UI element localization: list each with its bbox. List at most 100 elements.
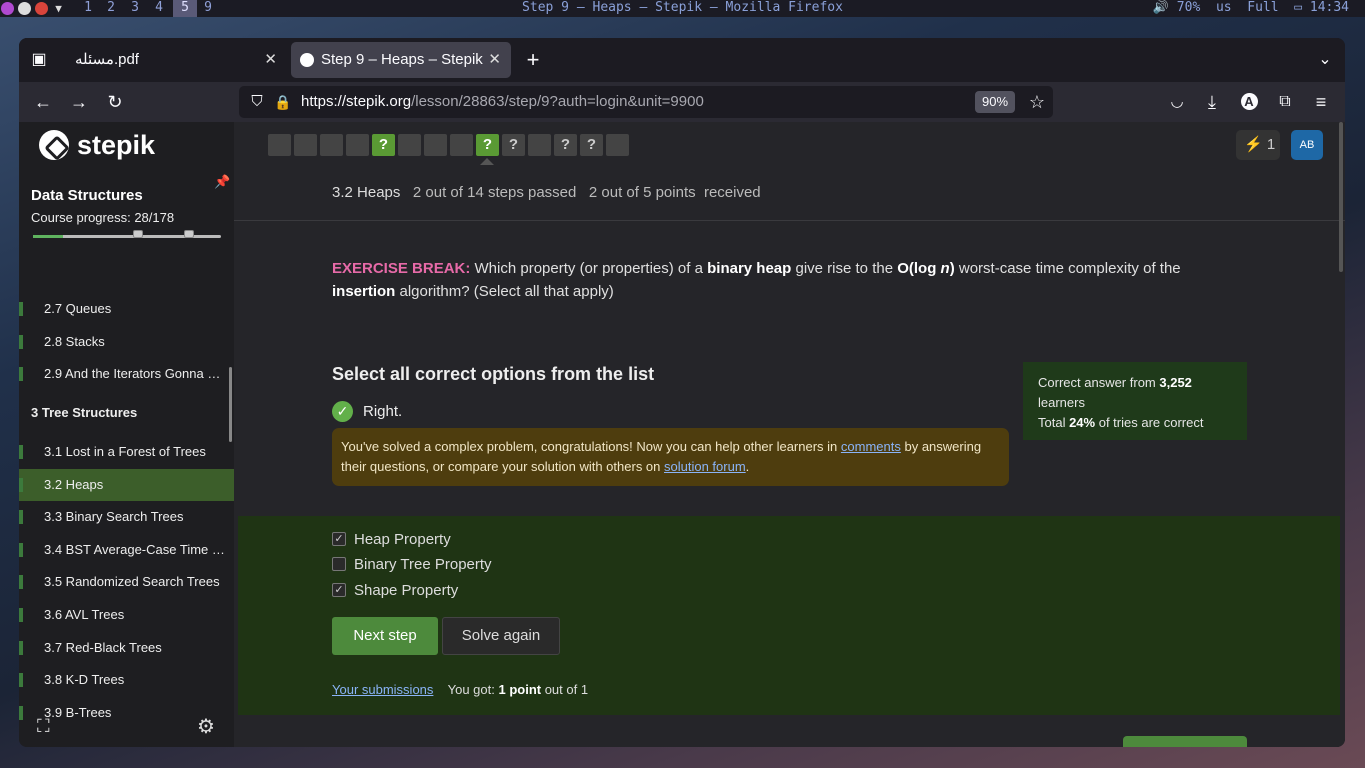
- sidebar-lesson[interactable]: 3.7 Red-Black Trees: [19, 632, 234, 664]
- tab-stepik[interactable]: Step 9 – Heaps – Stepik ✕: [291, 42, 511, 78]
- app-icon-1[interactable]: [1, 2, 14, 15]
- url-bar[interactable]: ⛉ 🔒 https://stepik.org/lesson/28863/step…: [239, 86, 1053, 118]
- sidebar-lesson-label: 2.7 Queues: [44, 301, 112, 316]
- sidebar-lesson[interactable]: 3.4 BST Average-Case Time …: [19, 534, 234, 566]
- account-icon[interactable]: A: [1237, 90, 1261, 114]
- sidebar-lesson[interactable]: 2.8 Stacks: [19, 326, 234, 358]
- sidebar-lesson[interactable]: 2.7 Queues: [19, 293, 234, 325]
- question-bold-part: O(log: [897, 260, 941, 277]
- extensions-icon[interactable]: ⧉: [1273, 90, 1297, 114]
- lock-icon[interactable]: 🔒: [271, 90, 295, 114]
- solve-again-button[interactable]: Solve again: [442, 617, 560, 655]
- stepik-logo[interactable]: stepik: [39, 128, 155, 162]
- course-progress-fill: [33, 235, 63, 238]
- workspace-4[interactable]: 4: [149, 0, 169, 17]
- downloads-icon[interactable]: ⤓: [1200, 90, 1224, 114]
- sidebar-lesson-label: 3.8 K-D Trees: [44, 672, 125, 687]
- lesson-title[interactable]: 3.2 Heaps: [332, 184, 400, 201]
- question-italic: n: [940, 260, 950, 277]
- workspace-2[interactable]: 2: [101, 0, 121, 17]
- solution-forum-link[interactable]: solution forum: [664, 459, 746, 474]
- app-icon-3[interactable]: [35, 2, 48, 15]
- submissions-row: Your submissions You got: 1 point out of…: [332, 682, 588, 697]
- step-square[interactable]: ?: [476, 134, 499, 156]
- question-bold: binary heap: [707, 260, 792, 277]
- app-icon-2[interactable]: [18, 2, 31, 15]
- stats-text: Correct answer from: [1038, 375, 1160, 390]
- step-square[interactable]: [528, 134, 551, 156]
- back-icon[interactable]: ←: [31, 90, 55, 114]
- correct-percent: 24%: [1069, 415, 1096, 430]
- close-icon[interactable]: ✕: [264, 42, 277, 78]
- page-scrollbar[interactable]: [1339, 122, 1343, 272]
- sidebar-lesson[interactable]: 3.6 AVL Trees: [19, 599, 234, 631]
- streak-badge[interactable]: ⚡ 1: [1236, 130, 1280, 160]
- sidebar-lesson[interactable]: 3.5 Randomized Search Trees: [19, 566, 234, 598]
- sidebar-lesson[interactable]: 3.3 Binary Search Trees: [19, 501, 234, 533]
- course-title[interactable]: Data Structures: [31, 187, 143, 204]
- your-submissions-link[interactable]: Your submissions: [332, 682, 433, 697]
- step-square[interactable]: [346, 134, 369, 156]
- workspace-9[interactable]: 9: [198, 0, 218, 17]
- avatar[interactable]: AB: [1291, 130, 1323, 160]
- step-square[interactable]: ?: [554, 134, 577, 156]
- step-square[interactable]: ?: [502, 134, 525, 156]
- lesson-progress-mark: [19, 575, 23, 589]
- checkbox-unchecked[interactable]: [332, 557, 346, 571]
- list-tabs-icon[interactable]: ⌄: [1313, 48, 1337, 72]
- step-square[interactable]: [450, 134, 473, 156]
- step-square[interactable]: [294, 134, 317, 156]
- menu-icon[interactable]: ≡: [1309, 90, 1333, 114]
- sidebar-lesson[interactable]: 2.9 And the Iterators Gonna …: [19, 358, 234, 390]
- step-square[interactable]: [424, 134, 447, 156]
- new-tab-icon[interactable]: +: [521, 48, 545, 72]
- gear-icon[interactable]: ⚙: [197, 714, 215, 739]
- shield-icon[interactable]: ⛉: [245, 90, 269, 114]
- zoom-badge[interactable]: 90%: [975, 91, 1016, 113]
- forward-icon[interactable]: →: [67, 90, 91, 114]
- question-part: Which property (or properties) of a: [470, 260, 708, 277]
- result-text: Right.: [363, 402, 403, 420]
- close-icon[interactable]: ✕: [488, 42, 501, 78]
- step-square[interactable]: [398, 134, 421, 156]
- lesson-progress-mark: [19, 641, 23, 655]
- sidebar-section[interactable]: 3 Tree Structures: [19, 397, 234, 429]
- sidebar-lesson-label: 3.9 B-Trees: [44, 705, 112, 720]
- notice-text: You've solved a complex problem, congrat…: [341, 439, 841, 454]
- step-square[interactable]: ?: [372, 134, 395, 156]
- sidebar-lesson[interactable]: 3.2 Heaps: [19, 469, 234, 501]
- checkbox-checked[interactable]: ✓: [332, 583, 346, 597]
- url-host: https://stepik.org: [301, 93, 412, 110]
- checkbox-checked[interactable]: ✓: [332, 532, 346, 546]
- url-text[interactable]: https://stepik.org/lesson/28863/step/9?a…: [301, 86, 704, 118]
- option-shape-property[interactable]: ✓ Shape Property: [332, 579, 458, 601]
- step-square[interactable]: [268, 134, 291, 156]
- workspace-3[interactable]: 3: [125, 0, 145, 17]
- pin-icon[interactable]: 📌: [214, 174, 230, 190]
- tab-pdf[interactable]: مسئله.pdf ✕: [65, 42, 287, 78]
- sidebar-lesson[interactable]: 3.1 Lost in a Forest of Trees: [19, 436, 234, 468]
- workspace-1[interactable]: 1: [78, 0, 98, 17]
- fullscreen-icon[interactable]: ⛶: [37, 716, 50, 737]
- comments-link[interactable]: comments: [841, 439, 901, 454]
- pocket-icon[interactable]: ◡: [1165, 90, 1189, 114]
- stats-text: of tries are correct: [1095, 415, 1204, 430]
- sidebar-lesson-label: 3.5 Randomized Search Trees: [44, 574, 220, 589]
- tab-strip: ▣ مسئله.pdf ✕ Step 9 – Heaps – Stepik ✕ …: [19, 38, 1345, 82]
- current-step-indicator: [480, 158, 494, 165]
- step-square[interactable]: [320, 134, 343, 156]
- reload-icon[interactable]: ↻: [103, 90, 127, 114]
- sidebar-scrollbar[interactable]: [229, 367, 232, 442]
- sidebar-lesson[interactable]: 3.8 K-D Trees: [19, 664, 234, 696]
- bottom-next-button[interactable]: [1123, 736, 1247, 747]
- step-square[interactable]: ?: [580, 134, 603, 156]
- workspace-5[interactable]: 5: [173, 0, 197, 17]
- next-step-button[interactable]: Next step: [332, 617, 438, 655]
- step-square[interactable]: [606, 134, 629, 156]
- stats-line-learners: Correct answer from 3,252 learners: [1038, 373, 1232, 413]
- option-binary-tree-property[interactable]: Binary Tree Property: [332, 553, 492, 575]
- bookmark-star-icon[interactable]: ☆: [1025, 90, 1049, 114]
- tab-overview-icon[interactable]: ▣: [27, 48, 51, 72]
- lesson-progress-mark: [19, 367, 23, 381]
- option-heap-property[interactable]: ✓ Heap Property: [332, 528, 451, 550]
